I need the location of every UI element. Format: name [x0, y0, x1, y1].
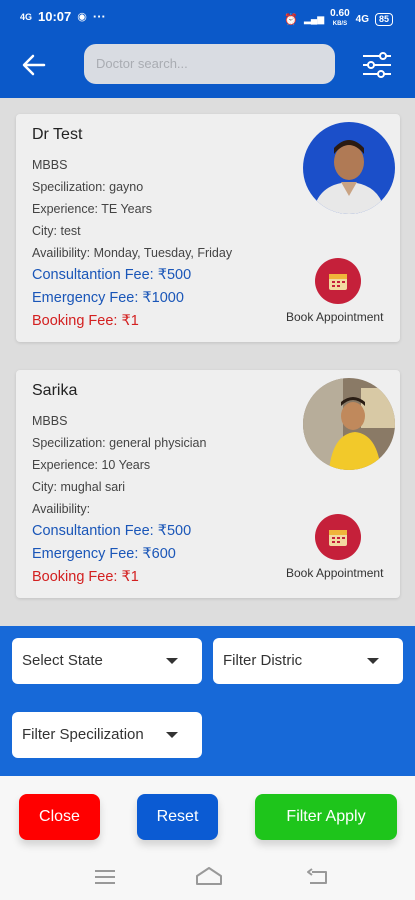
consultation-fee: Consultantion Fee: ₹500 — [32, 523, 192, 539]
calendar-icon — [329, 274, 347, 290]
chevron-down-icon — [166, 658, 178, 664]
booking-fee: Booking Fee: ₹1 — [32, 569, 139, 585]
network-left: 4G — [20, 11, 33, 22]
results-area: Dr Test MBBS Specilization: gayno Experi… — [0, 98, 415, 626]
doctor-card[interactable]: Dr Test MBBS Specilization: gayno Experi… — [16, 114, 400, 342]
more-icon: ··· — [92, 9, 106, 24]
book-appointment-button[interactable] — [315, 514, 361, 560]
filter-panel: Select State Filter Distric Filter Speci… — [0, 626, 415, 776]
home-icon[interactable] — [195, 866, 223, 886]
alarm-icon: ⏰ — [284, 13, 298, 26]
district-select-label: Filter Distric — [223, 652, 303, 669]
doctor-specialization: Specilization: general physician — [32, 436, 207, 450]
search-input[interactable]: Doctor search... — [84, 44, 335, 84]
filter-sliders-icon[interactable] — [362, 50, 392, 80]
menu-icon[interactable] — [94, 868, 116, 886]
chevron-down-icon — [367, 658, 379, 664]
doctor-city: City: test — [32, 224, 81, 238]
emergency-fee: Emergency Fee: ₹600 — [32, 546, 176, 562]
chevron-down-icon — [166, 732, 178, 738]
status-time: 10:07 — [38, 9, 72, 24]
doctor-name: Sarika — [32, 382, 78, 399]
booking-fee: Booking Fee: ₹1 — [32, 313, 139, 329]
doctor-experience: Experience: 10 Years — [32, 458, 151, 472]
status-bar: 4G 10:07 ◉ ··· ⏰ ▂▄▆ 0.60 KB/S 4G 85 — [0, 0, 415, 34]
district-select[interactable]: Filter Distric — [213, 638, 403, 684]
speed-readout: 0.60 KB/S — [330, 8, 350, 28]
app-header: 4G 10:07 ◉ ··· ⏰ ▂▄▆ 0.60 KB/S 4G 85 Doct… — [0, 0, 415, 98]
back-nav-icon[interactable] — [306, 868, 328, 886]
doctor-avatar — [303, 378, 395, 470]
doctor-experience: Experience: TE Years — [32, 202, 152, 216]
reset-button[interactable]: Reset — [137, 794, 218, 840]
book-appointment-label[interactable]: Book Appointment — [286, 310, 383, 324]
doctor-name: Dr Test — [32, 126, 83, 143]
consultation-fee: Consultantion Fee: ₹500 — [32, 267, 192, 283]
back-arrow-icon[interactable] — [22, 54, 46, 76]
filter-apply-button[interactable]: Filter Apply — [255, 794, 397, 840]
specialization-select-label: Filter Specilization — [22, 726, 144, 743]
doctor-degree: MBBS — [32, 414, 68, 428]
book-appointment-button[interactable] — [315, 258, 361, 304]
state-select-label: Select State — [22, 652, 103, 669]
calendar-icon — [329, 530, 347, 546]
emergency-fee: Emergency Fee: ₹1000 — [32, 290, 184, 306]
doctor-availability: Availibility: Monday, Tuesday, Friday — [32, 246, 233, 260]
network-right: 4G — [355, 13, 369, 25]
doctor-card[interactable]: Sarika MBBS Specilization: general physi… — [16, 370, 400, 598]
doctor-degree: MBBS — [32, 158, 68, 172]
close-button[interactable]: Close — [19, 794, 100, 840]
doctor-specialization: Specilization: gayno — [32, 180, 144, 194]
signal-icon: ▂▄▆ — [303, 13, 325, 24]
system-nav-bar — [0, 856, 415, 900]
book-appointment-label[interactable]: Book Appointment — [286, 566, 383, 580]
doctor-avatar — [303, 122, 395, 214]
specialization-select[interactable]: Filter Specilization — [12, 712, 202, 758]
notification-icon: ◉ — [77, 11, 87, 23]
doctor-availability: Availibility: — [32, 502, 91, 516]
doctor-city: City: mughal sari — [32, 480, 126, 494]
battery-icon: 85 — [374, 12, 393, 26]
state-select[interactable]: Select State — [12, 638, 202, 684]
